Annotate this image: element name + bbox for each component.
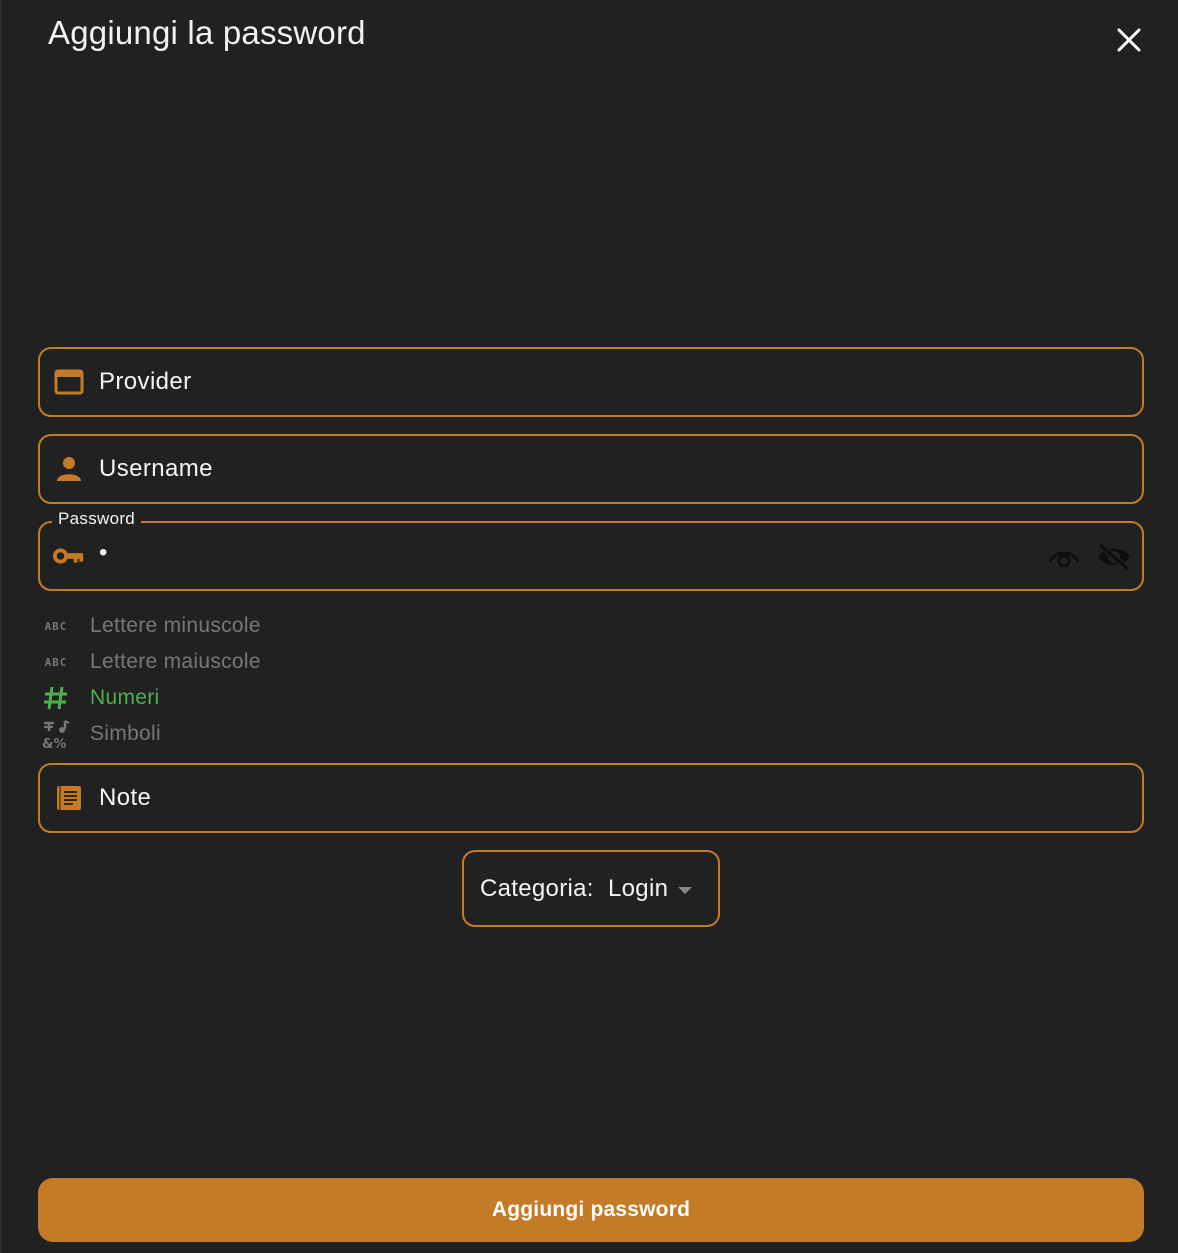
- requirement-label: Numeri: [90, 686, 160, 709]
- requirement-label: Simboli: [90, 722, 161, 745]
- hide-password-button[interactable]: [1094, 539, 1134, 575]
- close-icon: [1117, 28, 1141, 52]
- key-icon: [53, 540, 85, 572]
- password-input[interactable]: •: [99, 539, 107, 567]
- abc-icon: ABC: [44, 655, 68, 669]
- requirement-lowercase: ABC Lettere minuscole: [40, 611, 261, 641]
- person-icon: [53, 453, 85, 485]
- requirement-symbols: &% Simboli: [40, 719, 161, 749]
- note-field[interactable]: Note: [38, 763, 1144, 833]
- provider-field[interactable]: Provider: [38, 347, 1144, 417]
- category-dropdown[interactable]: Categoria: Login: [462, 850, 720, 927]
- chevron-down-icon: [678, 887, 692, 894]
- password-field[interactable]: Password •: [38, 509, 1144, 591]
- eye-off-icon: [1098, 542, 1130, 572]
- abc-icon: ABC: [44, 619, 68, 633]
- requirement-label: Lettere minuscole: [90, 614, 261, 637]
- category-value: Login: [608, 874, 669, 902]
- add-password-button[interactable]: Aggiungi password: [38, 1178, 1144, 1242]
- window-edge: [0, 0, 2, 1253]
- password-label: Password: [52, 509, 142, 529]
- note-label: Note: [99, 784, 152, 811]
- svg-text:&%: &%: [42, 737, 66, 749]
- notes-icon: [53, 782, 85, 814]
- symbols-icon: &%: [40, 719, 72, 749]
- browser-window-icon: [53, 366, 85, 398]
- hashtag-icon: [40, 683, 72, 713]
- username-label: Username: [99, 455, 213, 482]
- requirement-numbers: Numeri: [40, 683, 159, 713]
- requirement-uppercase: ABC Lettere maiuscole: [40, 647, 261, 677]
- requirement-label: Lettere maiuscole: [90, 650, 261, 673]
- close-button[interactable]: [1108, 19, 1150, 61]
- dialog-title: Aggiungi la password: [48, 14, 366, 51]
- eye-icon: [1048, 551, 1080, 568]
- show-password-button[interactable]: [1046, 541, 1082, 573]
- username-field[interactable]: Username: [38, 434, 1144, 504]
- add-password-dialog: Aggiungi la password Provider Username P…: [0, 0, 1178, 1253]
- category-label: Categoria:: [480, 874, 594, 902]
- provider-label: Provider: [99, 368, 192, 395]
